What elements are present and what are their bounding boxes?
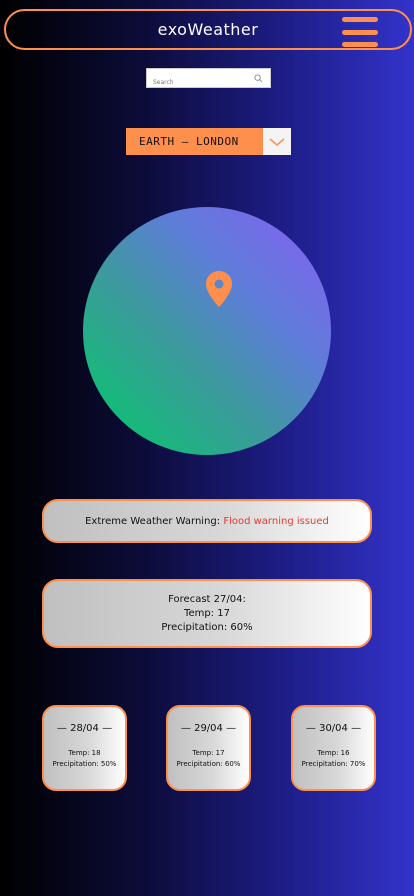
location-select[interactable]: EARTH — LONDON (126, 128, 291, 155)
location-pin-icon[interactable] (205, 270, 233, 308)
forecast-title: Forecast 27/04: (168, 593, 246, 605)
day-temp: Temp: 16 (317, 749, 350, 757)
day-forecast-card[interactable]: — 29/04 — Temp: 17 Precipitation: 60% (166, 705, 251, 791)
day-precipitation: Precipitation: 60% (176, 760, 241, 768)
search-icon[interactable] (254, 74, 263, 83)
day-date: — 28/04 — (56, 723, 113, 734)
search-input[interactable] (147, 73, 270, 92)
chevron-down-icon (269, 137, 285, 146)
day-date: — 29/04 — (180, 723, 237, 734)
menu-bar (342, 42, 378, 47)
hamburger-menu-icon[interactable] (342, 17, 378, 47)
day-date: — 30/04 — (305, 723, 362, 734)
location-selected-value: EARTH — LONDON (126, 128, 263, 155)
day-temp: Temp: 18 (68, 749, 101, 757)
location-map-globe[interactable] (83, 207, 331, 455)
menu-bar (342, 17, 378, 22)
warning-status: Flood warning issued (223, 515, 329, 527)
forecast-temp: Temp: 17 (184, 607, 230, 619)
day-precipitation: Precipitation: 70% (301, 760, 366, 768)
day-forecast-card[interactable]: — 28/04 — Temp: 18 Precipitation: 50% (42, 705, 127, 791)
app-header: exoWeather (4, 9, 412, 50)
weather-warning-card: Extreme Weather Warning: Flood warning i… (42, 499, 372, 543)
day-temp: Temp: 17 (192, 749, 225, 757)
search-box (146, 68, 271, 92)
location-dropdown-toggle[interactable] (263, 128, 291, 155)
warning-label: Extreme Weather Warning: (85, 515, 221, 527)
forecast-card: Forecast 27/04: Temp: 17 Precipitation: … (42, 579, 372, 648)
day-forecast-card[interactable]: — 30/04 — Temp: 16 Precipitation: 70% (291, 705, 376, 791)
forecast-precipitation: Precipitation: 60% (161, 621, 253, 633)
day-precipitation: Precipitation: 50% (52, 760, 117, 768)
app-title: exoWeather (157, 20, 259, 39)
menu-bar (342, 29, 378, 35)
